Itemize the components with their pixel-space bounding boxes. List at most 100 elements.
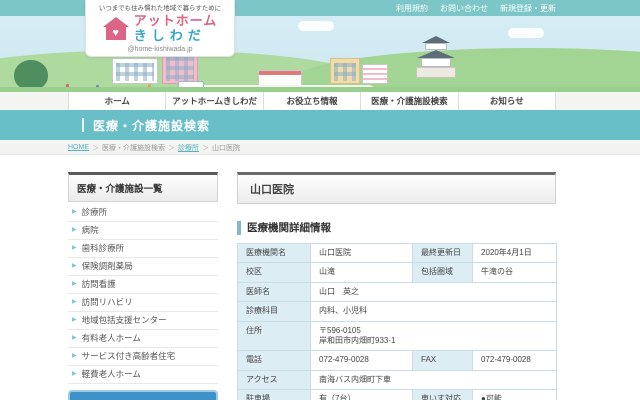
table-row: 医師名 山口 英之 — [237, 281, 557, 303]
breadcrumb-separator: ＞ — [202, 144, 209, 152]
field-label: 診療科目 — [237, 301, 311, 322]
field-label: 最終更新日 — [412, 242, 473, 264]
site-tagline: いつまでも住み慣れた地域で暮らすために — [98, 5, 222, 12]
logo-title-line2: きしわだ — [133, 27, 206, 43]
tree-icon — [14, 60, 48, 90]
content: 医療・介護施設一覧 ▶ 診療所 ▶ 病院 ▶ 歯科診療所 ▶ 保険調剤薬局 ▶ 訪問看護 ▶ 訪問リハ… — [0, 155, 640, 400]
field-label: FAX — [412, 350, 473, 371]
field-value: 南海バス内畑町下車 — [310, 369, 557, 391]
nav-item-home[interactable]: ホーム — [69, 92, 167, 110]
arrow-right-icon: ▶ — [72, 371, 77, 377]
sidebar-item-label: 訪問リハビリ — [81, 297, 133, 307]
sidebar-item-community-support-center[interactable]: ▶ 地域包括支援センター — [68, 312, 218, 330]
logo-title-line1: アットホーム — [133, 13, 218, 28]
sidebar-item-pharmacy[interactable]: ▶ 保険調剤薬局 — [68, 258, 218, 276]
sidebar-item-dental-clinic[interactable]: ▶ 歯科診療所 — [68, 240, 218, 258]
arrow-right-icon: ▶ — [72, 353, 77, 359]
logo-house-heart-icon: ♥ — [102, 17, 129, 41]
table-row: 校区 山滝 包括圏域 牛滝の谷 — [237, 262, 557, 283]
field-label: 車いす対応 — [412, 389, 473, 400]
breadcrumb-separator: ＞ — [168, 144, 175, 152]
breadcrumb-clinic[interactable]: 診療所 — [178, 143, 199, 153]
table-row: 診療科目 内科、小児科 — [237, 301, 557, 322]
arrow-right-icon: ▶ — [72, 299, 77, 305]
nav-item-useful-info[interactable]: お役立ち情報 — [264, 92, 362, 110]
field-label: 医療機関名 — [237, 242, 311, 264]
arrow-right-icon: ▶ — [72, 335, 77, 341]
field-label: 医師名 — [237, 281, 311, 303]
sidebar-heading: 医療・介護施設一覧 — [68, 172, 218, 202]
arrow-right-icon: ▶ — [72, 263, 77, 269]
sidebar-list: ▶ 診療所 ▶ 病院 ▶ 歯科診療所 ▶ 保険調剤薬局 ▶ 訪問看護 ▶ 訪問リハビリ ▶ 地域包括支援セ… — [68, 204, 218, 384]
table-row: アクセス 南海バス内畑町下車 — [237, 369, 557, 391]
kishiwada-castle-icon — [408, 30, 464, 78]
top-link-terms[interactable]: 利用規約 — [396, 3, 428, 14]
field-value: 山滝 — [310, 262, 413, 283]
table-row: 駐車場 有（7台） 車いす対応 ●可能 — [237, 389, 557, 400]
top-link-register[interactable]: 新規登録・更新 — [500, 3, 556, 14]
sidebar-item-visiting-rehab[interactable]: ▶ 訪問リハビリ — [68, 294, 218, 312]
logo-domain: @home-kishiwada.jp — [127, 45, 193, 53]
section-heading-bar — [237, 220, 241, 235]
field-value: 有（7台） — [310, 389, 413, 400]
arrow-right-icon: ▶ — [72, 317, 77, 323]
field-value: ●可能 — [472, 389, 557, 400]
cloud-shape — [298, 21, 334, 31]
sidebar-item-low-cost-nursing-home[interactable]: ▶ 軽費老人ホーム — [68, 366, 218, 384]
cloud-shape — [508, 28, 544, 38]
building-shape — [362, 64, 388, 84]
breadcrumb: HOME ＞医療・介護施設検索＞診療所＞山口医院 — [68, 140, 240, 155]
section-heading-text: 医療機関詳細情報 — [247, 222, 331, 234]
page-title: 医療・介護施設検索 — [93, 118, 211, 133]
field-value: 内科、小児科 — [310, 301, 557, 322]
site-logo[interactable]: いつまでも住み慣れた地域で暮らすために ♥ アットホーム きしわだ @home-… — [85, 0, 235, 57]
nav-item-facility-search[interactable]: 医療・介護施設検索 — [361, 92, 459, 110]
sidebar-item-label: 有料老人ホーム — [81, 333, 141, 343]
sidebar-item-label: 病院 — [81, 225, 99, 235]
facility-search-button[interactable]: 医療・介護施設検索 — [68, 390, 218, 400]
facility-detail-table: 医療機関名 山口医院 最終更新日 2020年4月1日 校区 山滝 包括圏域 牛滝の谷 医師名 山口… — [237, 242, 557, 400]
breadcrumb-current: 山口医院 — [212, 144, 240, 152]
facility-name-heading: 山口医院 — [237, 172, 556, 204]
main-nav: ホーム アットホームきしわだ お役立ち情報 医療・介護施設検索 お知らせ — [68, 92, 557, 110]
breadcrumb-separator: ＞ — [92, 144, 99, 152]
arrow-right-icon: ▶ — [72, 245, 77, 251]
facility-detail-table-body: 医療機関名 山口医院 最終更新日 2020年4月1日 校区 山滝 包括圏域 牛滝の谷 医師名 山口… — [237, 242, 557, 400]
building-shape — [112, 58, 158, 84]
sidebar-item-clinic[interactable]: ▶ 診療所 — [68, 204, 218, 222]
field-label: 校区 — [237, 262, 311, 283]
sidebar: 医療・介護施設一覧 ▶ 診療所 ▶ 病院 ▶ 歯科診療所 ▶ 保険調剤薬局 ▶ 訪問看護 ▶ 訪問リハ… — [68, 172, 218, 400]
sidebar-item-label: サービス付き高齢者住宅 — [81, 351, 176, 361]
field-value: 2020年4月1日 — [472, 242, 557, 264]
top-links: 利用規約 お問い合わせ 新規登録・更新 — [396, 0, 556, 16]
sidebar-item-senior-housing[interactable]: ▶ サービス付き高齢者住宅 — [68, 348, 218, 366]
building-shape — [258, 70, 302, 86]
field-label: 駐車場 — [237, 389, 311, 400]
sidebar-item-label: 軽費老人ホーム — [81, 369, 141, 379]
arrow-right-icon: ▶ — [72, 209, 77, 215]
arrow-right-icon: ▶ — [72, 227, 77, 233]
field-label: 包括圏域 — [412, 262, 473, 283]
field-label: 電話 — [237, 350, 311, 371]
sidebar-item-hospital[interactable]: ▶ 病院 — [68, 222, 218, 240]
field-value: 牛滝の谷 — [472, 262, 557, 283]
sidebar-item-paid-nursing-home[interactable]: ▶ 有料老人ホーム — [68, 330, 218, 348]
breadcrumb-home[interactable]: HOME — [68, 144, 89, 151]
field-value: 072-479-0028 — [310, 350, 413, 371]
field-value: 072-479-0028 — [472, 350, 557, 371]
nav-item-athome-kishiwada[interactable]: アットホームきしわだ — [166, 92, 264, 110]
sidebar-item-label: 訪問看護 — [81, 279, 116, 289]
sidebar-item-label: 保険調剤薬局 — [81, 261, 133, 271]
sidebar-item-label: 地域包括支援センター — [81, 315, 167, 325]
breadcrumb-bar: HOME ＞医療・介護施設検索＞診療所＞山口医院 — [0, 140, 640, 155]
table-row: 電話 072-479-0028 FAX 072-479-0028 — [237, 350, 557, 371]
nav-item-news[interactable]: お知らせ — [459, 92, 557, 110]
arrow-right-icon: ▶ — [72, 281, 77, 287]
sidebar-item-visiting-nursing[interactable]: ▶ 訪問看護 — [68, 276, 218, 294]
top-link-contact[interactable]: お問い合わせ — [440, 3, 488, 14]
field-label: アクセス — [237, 369, 311, 391]
section-heading: 医療機関詳細情報 — [237, 220, 556, 235]
main-panel: 山口医院 医療機関詳細情報 医療機関名 山口医院 最終更新日 2020年4月1日 校区山… — [237, 172, 557, 400]
table-row: 医療機関名 山口医院 最終更新日 2020年4月1日 — [237, 242, 557, 264]
page-title-bar: 医療・介護施設検索 — [0, 110, 640, 140]
